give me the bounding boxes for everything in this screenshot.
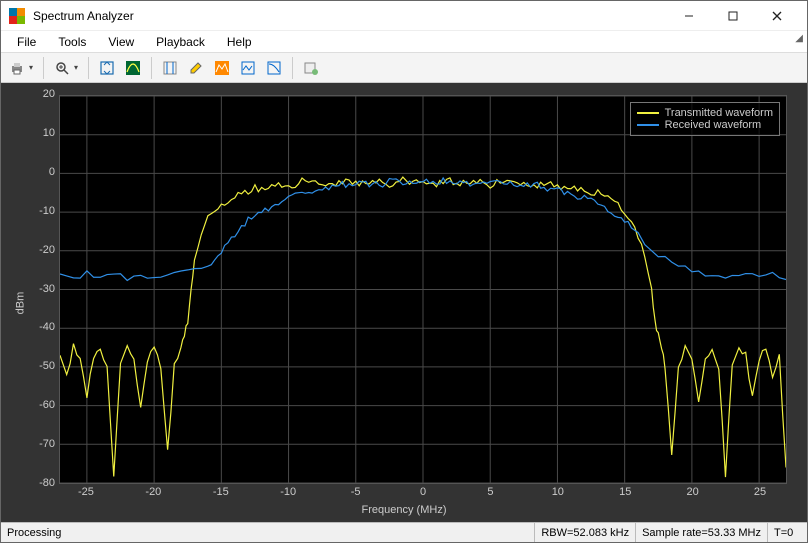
maximize-button[interactable]: [711, 2, 755, 30]
toolbar: ▾ ▾: [1, 53, 807, 83]
legend-label-rx: Received waveform: [665, 119, 762, 131]
status-sample-rate: Sample rate=53.33 MHz: [635, 523, 767, 542]
x-tick-label: 10: [548, 486, 568, 498]
status-time: T=0: [767, 523, 807, 542]
plot-canvas[interactable]: Transmitted waveform Received waveform: [59, 95, 787, 484]
legend-label-tx: Transmitted waveform: [665, 107, 773, 119]
window-title: Spectrum Analyzer: [33, 9, 667, 23]
x-axis-label: Frequency (MHz): [362, 504, 447, 516]
edit-icon[interactable]: [184, 56, 208, 80]
cursor-icon[interactable]: [158, 56, 182, 80]
y-tick-label: -70: [39, 438, 55, 450]
menu-playback[interactable]: Playback: [146, 33, 215, 51]
minimize-button[interactable]: [667, 2, 711, 30]
legend-swatch-rx: [637, 124, 659, 126]
zoom-icon[interactable]: [50, 56, 74, 80]
close-button[interactable]: [755, 2, 799, 30]
zoom-dropdown-icon[interactable]: ▾: [74, 63, 82, 72]
app-logo-icon: [9, 8, 25, 24]
y-tick-label: 0: [49, 166, 55, 178]
y-axis-label: dBm: [14, 291, 26, 314]
status-bar: Processing RBW=52.083 kHz Sample rate=53…: [1, 522, 807, 542]
print-icon[interactable]: [5, 56, 29, 80]
window-titlebar: Spectrum Analyzer: [1, 1, 807, 31]
spectrum-icon[interactable]: [121, 56, 145, 80]
y-tick-label: -60: [39, 399, 55, 411]
status-rbw: RBW=52.083 kHz: [534, 523, 635, 542]
status-processing: Processing: [1, 523, 534, 542]
menu-corner-icon[interactable]: ◢: [795, 33, 803, 44]
y-tick-label: -20: [39, 244, 55, 256]
legend-item-tx[interactable]: Transmitted waveform: [637, 107, 773, 119]
plot-area: dBm Frequency (MHz) -80-70-60-50-40-30-2…: [1, 83, 807, 522]
autoscale-icon[interactable]: [95, 56, 119, 80]
y-tick-label: -50: [39, 360, 55, 372]
menu-view[interactable]: View: [98, 33, 144, 51]
y-tick-label: 20: [43, 88, 55, 100]
y-tick-label: -80: [39, 477, 55, 489]
x-tick-label: -15: [211, 486, 231, 498]
print-dropdown-icon[interactable]: ▾: [29, 63, 37, 72]
chart-svg: [60, 96, 786, 483]
menu-file[interactable]: File: [7, 33, 46, 51]
menu-tools[interactable]: Tools: [48, 33, 96, 51]
legend[interactable]: Transmitted waveform Received waveform: [630, 102, 780, 136]
peaks-icon[interactable]: [210, 56, 234, 80]
ccdf-icon[interactable]: [262, 56, 286, 80]
y-tick-label: 10: [43, 127, 55, 139]
x-tick-label: -20: [143, 486, 163, 498]
x-tick-label: 0: [413, 486, 433, 498]
x-tick-label: 5: [480, 486, 500, 498]
x-tick-label: 20: [683, 486, 703, 498]
settings-icon[interactable]: [299, 56, 323, 80]
x-tick-label: 25: [750, 486, 770, 498]
x-tick-label: -5: [346, 486, 366, 498]
y-tick-label: -40: [39, 321, 55, 333]
legend-item-rx[interactable]: Received waveform: [637, 119, 773, 131]
x-tick-label: 15: [615, 486, 635, 498]
x-tick-label: -25: [76, 486, 96, 498]
y-tick-label: -30: [39, 283, 55, 295]
x-tick-label: -10: [278, 486, 298, 498]
menu-bar: File Tools View Playback Help ◢: [1, 31, 807, 53]
distortion-icon[interactable]: [236, 56, 260, 80]
legend-swatch-tx: [637, 112, 659, 114]
y-tick-label: -10: [39, 205, 55, 217]
menu-help[interactable]: Help: [217, 33, 262, 51]
